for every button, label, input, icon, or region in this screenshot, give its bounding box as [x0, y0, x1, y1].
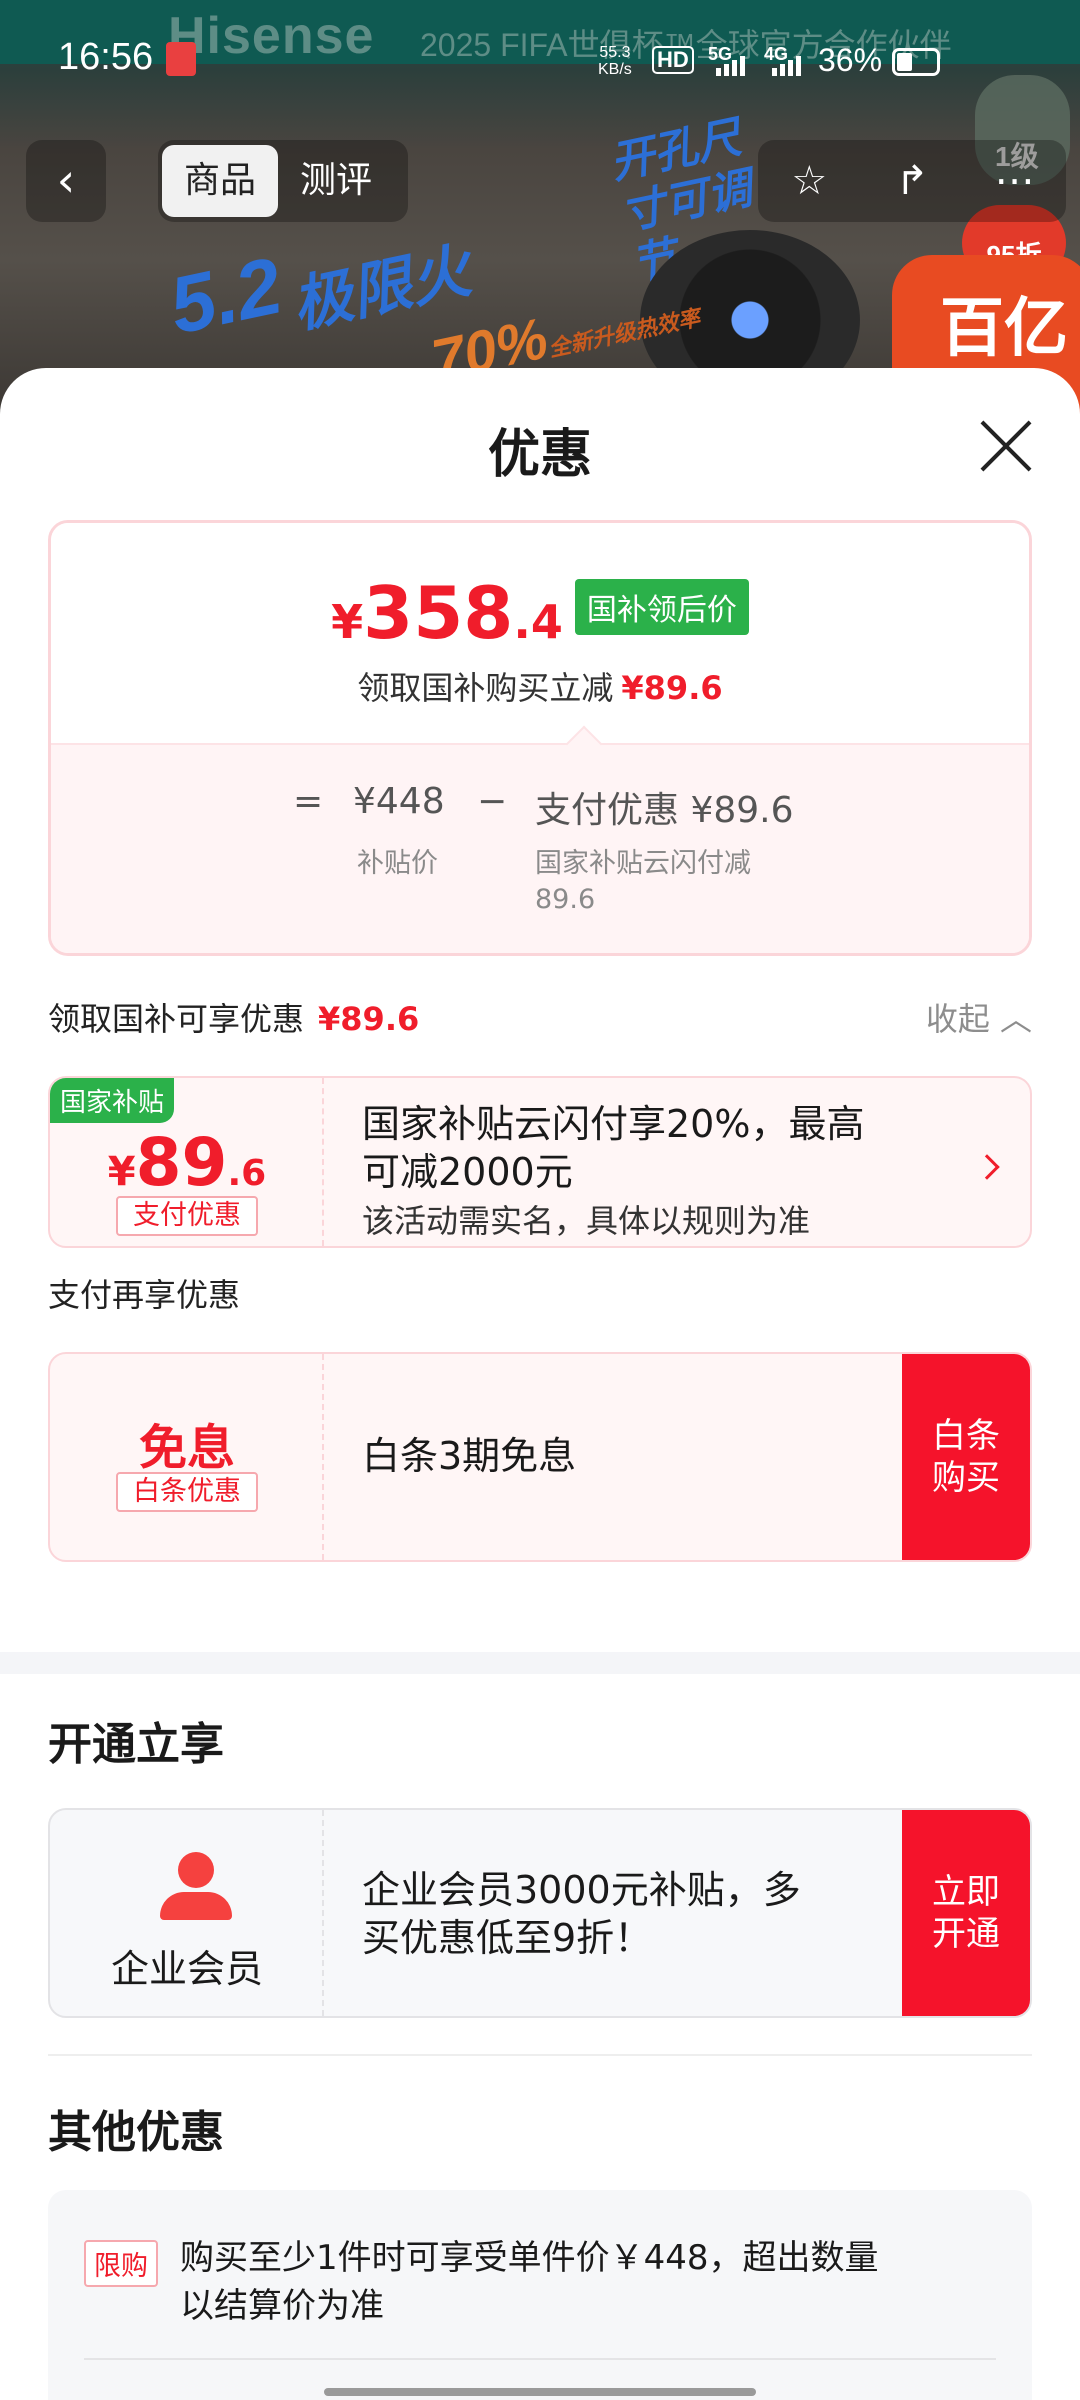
base-price-label: 补贴价	[357, 848, 438, 879]
gov-amount-decimal: .6	[227, 1153, 267, 1194]
open-section-title: 开通立享	[48, 1719, 224, 1770]
product-tabs: 商品 测评	[158, 140, 408, 222]
pay-discount-pill: 支付优惠	[116, 1196, 258, 1236]
summary-sub-text: 领取国补购买立减	[357, 669, 614, 707]
baitiao-headline-text: 免息	[138, 1420, 235, 1476]
notification-icon	[166, 42, 196, 76]
price-decimal: .4	[513, 595, 563, 649]
home-indicator[interactable]	[324, 2388, 756, 2396]
promo-power: 5.2	[161, 240, 290, 351]
discount-sheet: 优惠 ¥358.4 国补领后价 领取国补购买立减 ¥89.6 = ¥448 − 支付…	[0, 368, 1080, 2400]
gov-card-note: 该活动需实名，具体以规则为准	[362, 1202, 811, 1240]
member-label: 企业会员	[110, 1947, 263, 1991]
gov-desc-line2: 可减2000元	[362, 1150, 573, 1194]
member-desc-line2: 买优惠低至9折！	[362, 1916, 653, 1960]
nav-actions: ☆ ↱ ⋯	[758, 140, 1066, 222]
collapse-button[interactable]: 收起 ︿	[926, 994, 1032, 1040]
network-speed: 55.3 KB/s	[598, 44, 632, 78]
pay-section-title: 支付再享优惠	[48, 1276, 241, 1314]
more-icon[interactable]: ⋯	[975, 158, 1055, 204]
member-btn-line1: 立即	[932, 1872, 1000, 1912]
signal-bars-icon	[716, 56, 745, 76]
member-card-left: 企业会员	[50, 1810, 324, 2016]
limit-text-line1: 购买至少1件时可享受单件价￥448，超出数量	[180, 2238, 879, 2278]
divider	[84, 2358, 996, 2360]
chevron-right-icon[interactable]	[974, 1154, 1000, 1180]
price-currency: ¥	[331, 595, 364, 649]
close-icon[interactable]	[976, 416, 1036, 476]
person-icon	[160, 1852, 232, 1920]
member-desc-line1: 企业会员3000元补贴，多	[362, 1868, 801, 1912]
tab-product[interactable]: 商品	[162, 145, 278, 217]
price-integer: 358	[363, 571, 514, 655]
purchase-limit-card: 限购 购买至少1件时可享受单件价￥448，超出数量 以结算价为准	[48, 2190, 1032, 2400]
net-speed-value: 55.3	[599, 44, 631, 61]
formula-minus: −	[477, 781, 508, 822]
limit-text-line2: 以结算价为准	[180, 2286, 384, 2326]
gov-section-amount: ¥89.6	[318, 1000, 420, 1038]
divider	[48, 2054, 1032, 2056]
gov-subsidy-card[interactable]: 国家补贴 ¥89.6 支付优惠 国家补贴云闪付享20%，最高 可减2000元 该…	[48, 1076, 1032, 1248]
gov-subsidy-tag: 国家补贴	[50, 1078, 175, 1123]
final-price: ¥358.4 国补领后价	[51, 571, 1029, 655]
section-divider	[0, 1652, 1080, 1674]
gov-amount-currency: ¥	[107, 1149, 136, 1195]
battery-percent: 36%	[818, 42, 883, 78]
formula-base-price: ¥448	[353, 781, 445, 822]
baitiao-desc: 白条3期免息	[362, 1434, 577, 1478]
baitiao-buy-button[interactable]: 白条 购买	[902, 1354, 1030, 1560]
baitiao-btn-line1: 白条	[932, 1416, 1000, 1456]
hd-icon: HD	[652, 46, 694, 74]
limit-text: 购买至少1件时可享受单件价￥448，超出数量 以结算价为准	[180, 2234, 940, 2330]
net-speed-unit: KB/s	[598, 61, 632, 78]
back-button[interactable]: ‹	[26, 140, 106, 222]
member-desc: 企业会员3000元补贴，多 买优惠低至9折！	[362, 1866, 801, 1962]
gov-amount-integer: 89	[135, 1124, 228, 1201]
member-btn-line2: 开通	[932, 1914, 1000, 1954]
favorite-star-icon[interactable]: ☆	[769, 158, 849, 204]
gov-card-left: 国家补贴 ¥89.6 支付优惠	[50, 1078, 324, 1246]
discount-label: 国家补贴云闪付减	[535, 848, 751, 879]
gov-card-desc: 国家补贴云闪付享20%，最高 可减2000元	[362, 1100, 864, 1196]
price-summary-card: ¥358.4 国补领后价 领取国补购买立减 ¥89.6 = ¥448 − 支付优惠 …	[48, 520, 1032, 956]
tab-review[interactable]: 测评	[278, 145, 394, 217]
other-section-title: 其他优惠	[48, 2107, 224, 2158]
battery-icon	[892, 48, 940, 76]
baitiao-pill: 白条优惠	[116, 1472, 258, 1512]
price-tag-badge: 国补领后价	[574, 579, 749, 635]
open-member-button[interactable]: 立即 开通	[902, 1810, 1030, 2016]
gov-desc-line1: 国家补贴云闪付享20%，最高	[362, 1102, 865, 1146]
summary-subline: 领取国补购买立减 ¥89.6	[51, 663, 1029, 709]
status-time: 16:56	[58, 36, 154, 78]
baitiao-card-left: 免息 白条优惠	[50, 1354, 324, 1560]
share-icon[interactable]: ↱	[872, 158, 952, 204]
baitiao-btn-line2: 购买	[932, 1458, 1000, 1498]
baitiao-headline: 免息	[50, 1408, 324, 1478]
status-bar: 16:56 55.3 KB/s HD 5G 4G 36%	[0, 0, 1080, 120]
chevron-left-icon: ‹	[56, 153, 76, 207]
formula-discount: 支付优惠 ¥89.6	[535, 790, 794, 831]
discount-label-value: 89.6	[535, 884, 596, 915]
sheet-title: 优惠	[487, 425, 592, 485]
formula-equals: =	[293, 781, 324, 822]
summary-sub-amount: ¥89.6	[621, 669, 723, 707]
gov-section-title: 领取国补可享优惠	[48, 1000, 305, 1038]
gov-card-amount: ¥89.6	[50, 1124, 324, 1201]
member-card[interactable]: 企业会员 企业会员3000元补贴，多 买优惠低至9折！ 立即 开通	[48, 1808, 1032, 2018]
gov-subsidy-header: 领取国补可享优惠 ¥89.6 收起 ︿	[48, 994, 1032, 1040]
baitiao-card[interactable]: 免息 白条优惠 白条3期免息 白条 购买	[48, 1352, 1032, 1562]
limit-tag: 限购	[84, 2240, 158, 2287]
signal-bars-icon-2	[772, 56, 801, 76]
